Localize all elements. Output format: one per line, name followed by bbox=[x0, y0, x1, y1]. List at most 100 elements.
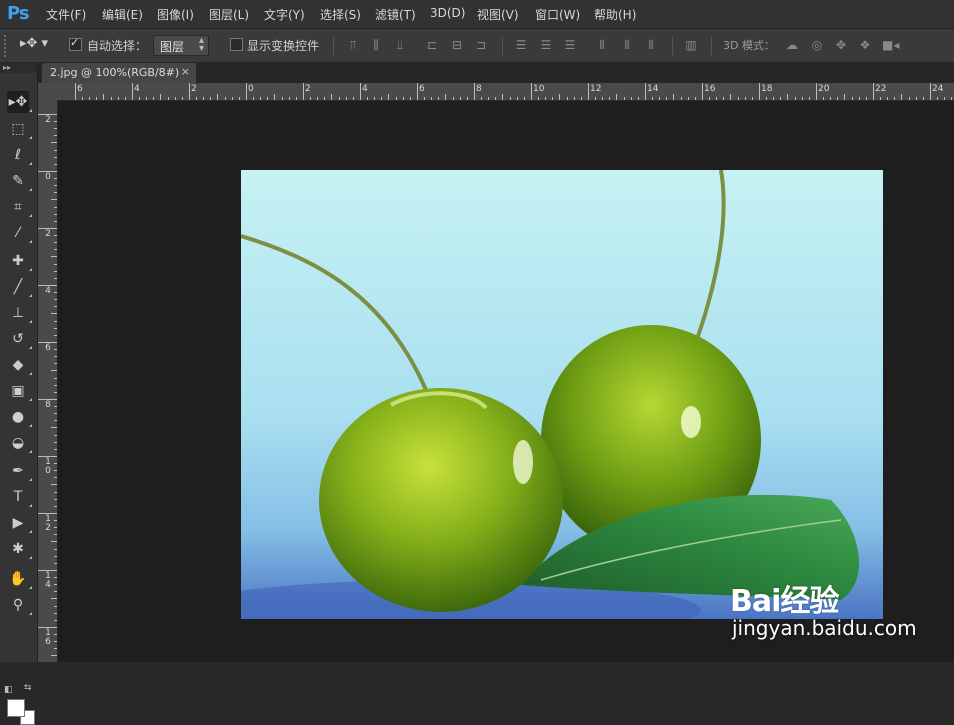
eyedropper-tool[interactable]: ⁄ bbox=[7, 222, 32, 244]
tools-panel-header[interactable]: ▸▸ bbox=[0, 63, 37, 73]
default-colors-icon[interactable]: ◧ bbox=[4, 685, 13, 695]
move-tool[interactable]: ▸✥ bbox=[7, 91, 32, 113]
tool-flyout-indicator bbox=[29, 214, 32, 217]
auto-align-icon[interactable]: ▥ bbox=[684, 38, 698, 52]
ruler-tick bbox=[54, 185, 57, 187]
ruler-tick bbox=[54, 555, 57, 557]
custom-shape-tool[interactable]: ✱ bbox=[7, 538, 32, 560]
ruler-tick bbox=[54, 178, 57, 180]
ruler-tick bbox=[794, 97, 796, 100]
menu-item[interactable]: 窗口(W) bbox=[535, 6, 580, 23]
eraser-tool[interactable]: ◆ bbox=[7, 354, 32, 376]
auto-select-target-select[interactable]: 图层 ▴ ▾ bbox=[153, 35, 209, 56]
ruler-tick bbox=[54, 306, 57, 308]
ruler-tick bbox=[54, 413, 57, 415]
ruler-origin[interactable] bbox=[38, 83, 59, 101]
ruler-tick bbox=[54, 641, 57, 643]
tool-flyout-indicator bbox=[29, 478, 32, 481]
brush-tool[interactable]: ╱ bbox=[7, 276, 32, 298]
move-tool-preset-icon[interactable]: ▸✥ ▾ bbox=[20, 36, 48, 51]
ruler-tick bbox=[922, 97, 924, 100]
marquee-tool[interactable]: ⬚ bbox=[7, 118, 32, 140]
ruler-tick bbox=[38, 513, 57, 514]
ruler-tick bbox=[744, 97, 746, 100]
blur-tool[interactable]: ● bbox=[7, 406, 32, 428]
menu-item[interactable]: 图像(I) bbox=[157, 6, 194, 23]
distribute-hcenter-icon[interactable]: ⫴ bbox=[620, 38, 634, 52]
distribute-left-icon[interactable]: ⫴ bbox=[595, 38, 609, 52]
dodge-tool[interactable]: ◒ bbox=[7, 432, 32, 454]
ruler-label: 6 bbox=[45, 343, 51, 353]
ruler-tick bbox=[54, 270, 57, 272]
align-right-icon[interactable]: ⊐ bbox=[474, 38, 488, 52]
ruler-tick bbox=[51, 313, 57, 315]
ruler-tick bbox=[51, 541, 57, 543]
ruler-tick bbox=[709, 97, 711, 100]
menu-item[interactable]: 视图(V) bbox=[477, 6, 519, 23]
menu-item[interactable]: 3D(D) bbox=[430, 6, 465, 20]
gradient-tool[interactable]: ▣ bbox=[7, 380, 32, 402]
close-tab-icon[interactable]: × bbox=[181, 65, 190, 78]
align-vcenter-icon[interactable]: ⫼ bbox=[369, 38, 383, 52]
3d-pan-icon[interactable]: ✥ bbox=[834, 38, 848, 52]
3d-slide-icon[interactable]: ❖ bbox=[858, 38, 872, 52]
tool-flyout-indicator bbox=[29, 424, 32, 427]
ruler-label: 12 bbox=[590, 84, 602, 94]
horizontal-ruler[interactable]: 6 4 2 0 2 4 6 8 10 12 14 16 18 20 22 24 bbox=[58, 83, 954, 101]
auto-select-checkbox[interactable] bbox=[69, 36, 82, 51]
ruler-label: 4 bbox=[134, 84, 140, 94]
options-grip[interactable] bbox=[4, 35, 10, 57]
distribute-bottom-icon[interactable]: ☰ bbox=[563, 38, 577, 52]
document-tab[interactable]: 2.jpg @ 100%(RGB/8#) × bbox=[42, 63, 196, 83]
ruler-tick bbox=[54, 235, 57, 237]
pen-tool[interactable]: ✒ bbox=[7, 460, 32, 482]
ruler-tick bbox=[288, 97, 290, 100]
quick-select-tool[interactable]: ✎ bbox=[7, 170, 32, 192]
clone-stamp-tool[interactable]: ⊥ bbox=[7, 302, 32, 324]
ruler-tick bbox=[54, 605, 57, 607]
menu-item[interactable]: 帮助(H) bbox=[594, 6, 636, 23]
tool-flyout-indicator bbox=[29, 320, 32, 323]
menu-item[interactable]: 文件(F) bbox=[46, 6, 86, 23]
hand-tool[interactable]: ✋ bbox=[7, 568, 32, 590]
foreground-color-swatch[interactable] bbox=[7, 699, 25, 717]
ruler-tick bbox=[823, 97, 825, 100]
menu-item[interactable]: 编辑(E) bbox=[102, 6, 143, 23]
3d-rotate-icon[interactable]: ☁ bbox=[785, 38, 799, 52]
ruler-tick bbox=[595, 97, 597, 100]
lasso-tool[interactable]: ℓ bbox=[7, 144, 32, 166]
document-image-cherries[interactable] bbox=[241, 170, 883, 619]
align-hcenter-icon[interactable]: ⊟ bbox=[450, 38, 464, 52]
show-transform-checkbox[interactable] bbox=[230, 38, 243, 51]
ruler-tick bbox=[837, 97, 839, 100]
ruler-tick bbox=[730, 94, 732, 100]
3d-roll-icon[interactable]: ◎ bbox=[810, 38, 824, 52]
menu-item[interactable]: 图层(L) bbox=[209, 6, 249, 23]
ruler-tick bbox=[124, 97, 126, 100]
path-select-tool[interactable]: ▶ bbox=[7, 512, 32, 534]
distribute-right-icon[interactable]: ⫴ bbox=[644, 38, 658, 52]
ruler-tick bbox=[623, 97, 625, 100]
crop-tool[interactable]: ⌗ bbox=[7, 196, 32, 218]
ruler-tick bbox=[445, 94, 447, 100]
align-top-icon[interactable]: ⫪ bbox=[346, 38, 360, 52]
tool-flyout-indicator bbox=[29, 504, 32, 507]
ruler-tick bbox=[54, 334, 57, 336]
vertical-ruler[interactable]: 2 0 2 4 6 8 1 0 1 2 1 4 1 6 bbox=[38, 100, 58, 662]
type-tool[interactable]: T bbox=[7, 486, 32, 508]
align-bottom-icon[interactable]: ⫫ bbox=[393, 38, 407, 52]
history-brush-tool[interactable]: ↺ bbox=[7, 328, 32, 350]
distribute-vcenter-icon[interactable]: ☰ bbox=[539, 38, 553, 52]
3d-scale-icon[interactable]: ■◂ bbox=[882, 38, 899, 52]
swap-colors-icon[interactable]: ⇆ bbox=[24, 683, 32, 693]
menu-item[interactable]: 滤镜(T) bbox=[375, 6, 416, 23]
zoom-tool[interactable]: ⚲ bbox=[7, 594, 32, 616]
menu-item[interactable]: 选择(S) bbox=[320, 6, 361, 23]
align-left-icon[interactable]: ⊏ bbox=[425, 38, 439, 52]
ruler-tick bbox=[253, 97, 255, 100]
healing-brush-tool[interactable]: ✚ bbox=[7, 250, 32, 272]
menu-item[interactable]: 文字(Y) bbox=[264, 6, 305, 23]
ruler-tick bbox=[54, 128, 57, 130]
distribute-top-icon[interactable]: ☰ bbox=[514, 38, 528, 52]
ruler-tick bbox=[89, 97, 91, 100]
